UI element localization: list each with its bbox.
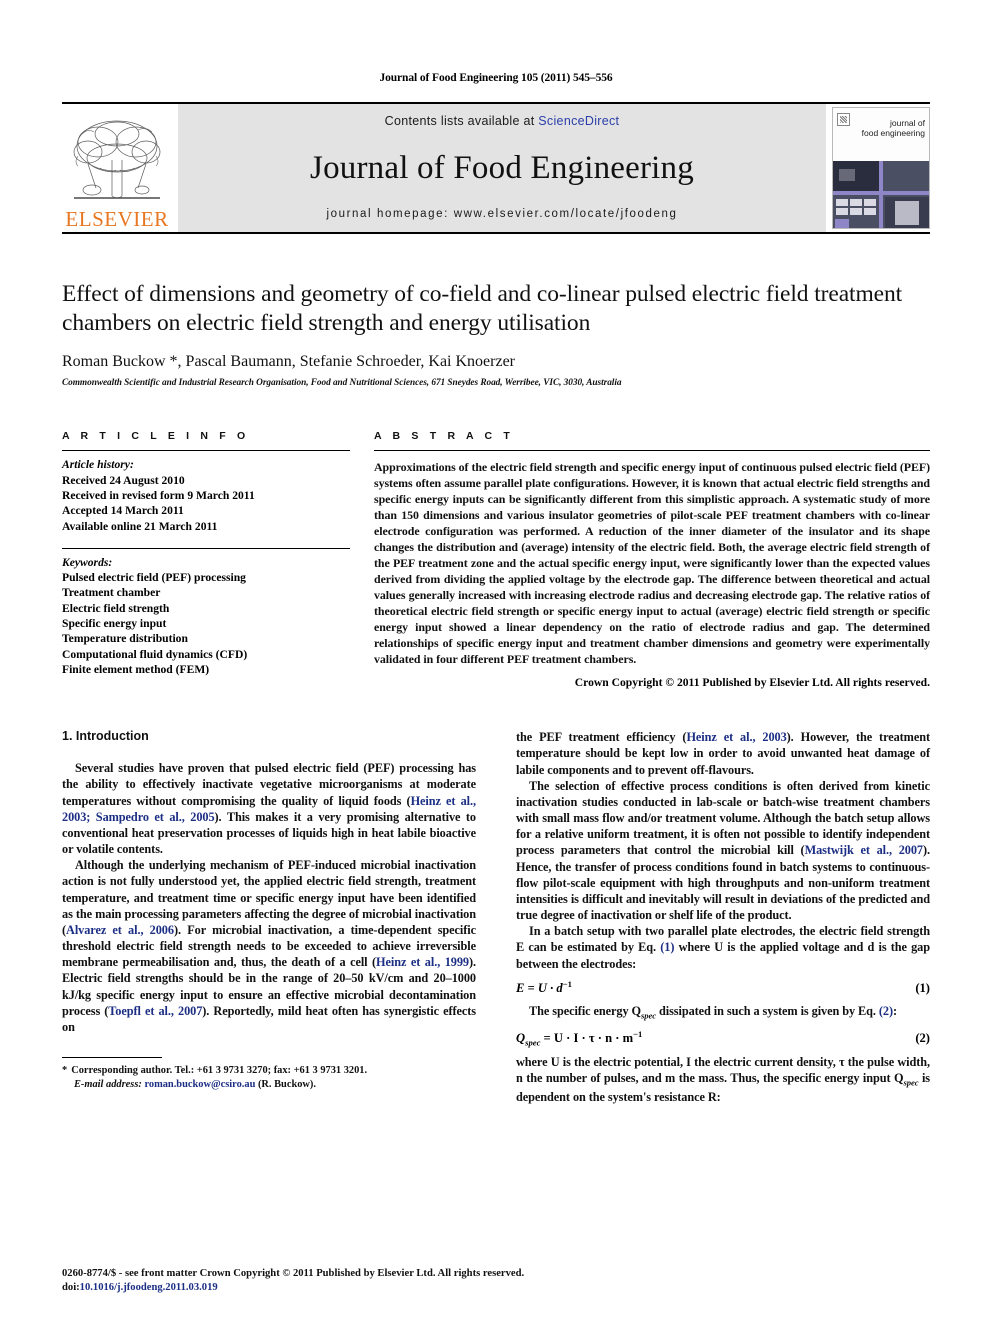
elsevier-tree-icon xyxy=(73,120,161,199)
doi-line: doi:10.1016/j.jfoodeng.2011.03.019 xyxy=(62,1281,930,1295)
paragraph: The specific energy Qspec dissipated in … xyxy=(516,1003,930,1022)
info-abstract-section: A R T I C L E I N F O Article history: R… xyxy=(62,430,930,689)
journal-homepage[interactable]: journal homepage: www.elsevier.com/locat… xyxy=(326,208,677,220)
cover-artwork xyxy=(833,160,929,228)
page-footer: 0260-8774/$ - see front matter Crown Cop… xyxy=(62,1267,930,1295)
contents-prefix: Contents lists available at xyxy=(384,114,539,128)
citation-link[interactable]: Mastwijk et al., 2007 xyxy=(805,843,924,857)
citation-link[interactable]: Alvarez et al., 2006 xyxy=(66,923,174,937)
history-item: Received 24 August 2010 xyxy=(62,473,185,487)
keywords-label: Keywords: xyxy=(62,555,113,569)
journal-title: Journal of Food Engineering xyxy=(310,149,694,186)
equation-2: Qspec = U · I · τ · n · m−1 (2) xyxy=(516,1029,930,1048)
doi-label: doi: xyxy=(62,1282,80,1294)
paragraph: Several studies have proven that pulsed … xyxy=(62,760,476,857)
author-list: Roman Buckow *, Pascal Baumann, Stefanie… xyxy=(62,353,515,371)
cover-elsevier-mark-icon xyxy=(837,113,850,126)
history-item: Received in revised form 9 March 2011 xyxy=(62,488,255,502)
footnote-text: Corresponding author. Tel.: +61 3 9731 3… xyxy=(71,1064,368,1076)
paragraph: the PEF treatment efficiency (Heinz et a… xyxy=(516,729,930,777)
doi-link[interactable]: 10.1016/j.jfoodeng.2011.03.019 xyxy=(80,1282,218,1293)
elsevier-wordmark: ELSEVIER xyxy=(65,207,169,231)
masthead-center: Contents lists available at ScienceDirec… xyxy=(178,104,826,232)
article-info-column: A R T I C L E I N F O Article history: R… xyxy=(62,430,350,689)
eq1-expr: E = U · d xyxy=(516,980,563,995)
paragraph: Although the underlying mechanism of PEF… xyxy=(62,857,476,1035)
keywords-block: Keywords: Pulsed electric field (PEF) pr… xyxy=(62,549,350,677)
article-history-block: Article history: Received 24 August 2010… xyxy=(62,451,350,533)
keyword-item: Pulsed electric field (PEF) processing xyxy=(62,571,246,585)
affiliation: Commonwealth Scientific and Industrial R… xyxy=(62,378,622,389)
abstract-column: A B S T R A C T Approximations of the el… xyxy=(374,430,930,689)
cover-title-line2: food engineering xyxy=(861,127,925,138)
eq2-exponent: −1 xyxy=(633,1028,643,1039)
article-info-heading: A R T I C L E I N F O xyxy=(62,430,250,443)
section-heading-introduction: 1. Introduction xyxy=(62,729,149,744)
journal-cover-thumbnail: journal of food engineering xyxy=(832,107,930,229)
subscript: spec xyxy=(903,1077,919,1088)
citation-link[interactable]: Heinz et al., 1999 xyxy=(376,955,469,969)
keyword-item: Specific energy input xyxy=(62,616,167,630)
email-label: E-mail address: xyxy=(74,1079,142,1091)
cover-top: journal of food engineering xyxy=(833,108,929,161)
elsevier-logo: ELSEVIER xyxy=(62,104,172,232)
paper-title: Effect of dimensions and geometry of co-… xyxy=(62,281,903,336)
citation-link[interactable]: Heinz et al., 2003 xyxy=(686,730,786,744)
contents-available-line: Contents lists available at ScienceDirec… xyxy=(385,114,620,128)
title-block: Effect of dimensions and geometry of co-… xyxy=(62,280,930,388)
footnote-rule xyxy=(62,1056,162,1058)
paragraph: where U is the electric potential, I the… xyxy=(516,1054,930,1105)
body-column-left: 1. Introduction Several studies have pro… xyxy=(62,729,476,1105)
paragraph: In a batch setup with two parallel plate… xyxy=(516,923,930,971)
text-run: : xyxy=(893,1003,898,1018)
cover-title: journal of food engineering xyxy=(861,118,925,139)
equation-2-body: Qspec = U · I · τ · n · m−1 xyxy=(516,1029,642,1048)
email-suffix: (R. Buckow). xyxy=(257,1079,316,1091)
equation-2-number: (2) xyxy=(915,1030,930,1045)
eq2-lhs-sub: spec xyxy=(525,1037,541,1048)
paragraph: The selection of effective process condi… xyxy=(516,778,930,923)
eq2-lhs: Q xyxy=(516,1030,526,1045)
eq1-exponent: −1 xyxy=(562,978,572,989)
body-column-right: the PEF treatment efficiency (Heinz et a… xyxy=(516,729,930,1105)
keyword-item: Electric field strength xyxy=(62,601,170,615)
email-link[interactable]: roman.buckow@csiro.au xyxy=(144,1079,255,1090)
history-item: Accepted 14 March 2011 xyxy=(62,504,184,518)
body-columns: 1. Introduction Several studies have pro… xyxy=(62,729,930,1105)
history-item: Available online 21 March 2011 xyxy=(62,519,218,533)
text-run: The specific energy Q xyxy=(529,1003,642,1018)
equation-1-body: E = U · d−1 xyxy=(516,979,572,996)
equation-1: E = U · d−1 (1) xyxy=(516,979,930,996)
corresponding-author-note: * Corresponding author. Tel.: +61 3 9731 … xyxy=(62,1064,476,1092)
subscript: spec xyxy=(641,1010,656,1021)
email-note: E-mail address: roman.buckow@csiro.au (R… xyxy=(62,1078,476,1092)
footnote-block: * Corresponding author. Tel.: +61 3 9731 … xyxy=(62,1056,476,1092)
keyword-item: Treatment chamber xyxy=(62,586,161,600)
keyword-item: Finite element method (FEM) xyxy=(62,662,210,676)
citation-link[interactable]: Toepfl et al., 2007 xyxy=(108,1004,202,1018)
issn-copyright-line: 0260-8774/$ - see front matter Crown Cop… xyxy=(62,1268,525,1280)
article-history-label: Article history: xyxy=(62,458,134,472)
abstract-text: Approximations of the electric field str… xyxy=(374,460,930,667)
text-run: dissipated in such a system is given by … xyxy=(656,1003,879,1018)
eq2-expr: = U · I · τ · n · m xyxy=(540,1030,634,1045)
footnote-star: * xyxy=(62,1064,68,1076)
abstract-copyright: Crown Copyright © 2011 Published by Else… xyxy=(574,676,930,690)
sciencedirect-link[interactable]: ScienceDirect xyxy=(538,114,619,128)
keyword-item: Computational fluid dynamics (CFD) xyxy=(62,647,248,661)
citation-link[interactable]: (1) xyxy=(660,940,674,954)
citation-link[interactable]: (2) xyxy=(879,1004,893,1018)
text-run: where U is the electric potential, I the… xyxy=(516,1055,930,1086)
abstract-heading: A B S T R A C T xyxy=(374,430,514,443)
journal-masthead: ELSEVIER Contents lists available at Sci… xyxy=(62,102,930,234)
text-run: the PEF treatment efficiency ( xyxy=(516,730,687,745)
article-page: Journal of Food Engineering 105 (2011) 5… xyxy=(0,0,992,1323)
keyword-item: Temperature distribution xyxy=(62,632,188,646)
running-head: Journal of Food Engineering 105 (2011) 5… xyxy=(379,72,613,84)
equation-1-number: (1) xyxy=(915,980,930,995)
